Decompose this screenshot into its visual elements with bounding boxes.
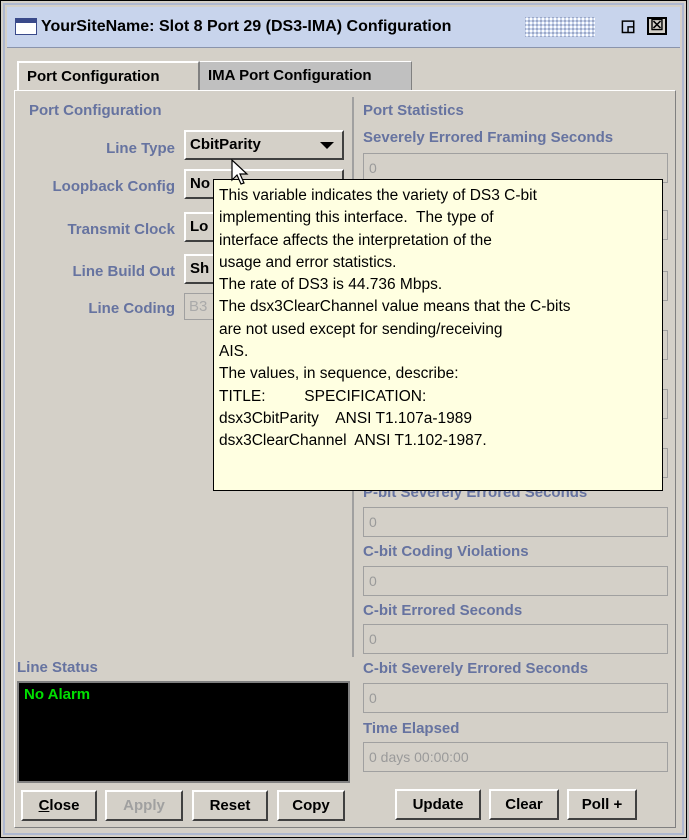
line-type-label: Line Type [106, 140, 175, 157]
stat-label: C-bit Coding Violations [363, 543, 529, 560]
line-build-out-label: Line Build Out [72, 263, 176, 280]
tooltip-line: usage and error statistics. [219, 253, 397, 271]
tooltip-line: The rate of DS3 is 44.736 Mbps. [219, 276, 443, 294]
poll-button[interactable]: Poll + [567, 789, 637, 820]
close-window-icon[interactable]: ☒ [647, 17, 667, 35]
close-button-mnemonic: C [38, 797, 50, 814]
apply-button[interactable]: Apply [105, 790, 183, 821]
reset-button[interactable]: Reset [192, 790, 268, 821]
title-bar-grip [525, 17, 595, 37]
stat-label: Severely Errored Framing Seconds [363, 129, 614, 146]
copy-button[interactable]: Copy [277, 790, 345, 821]
stat-value-field: 0 [363, 683, 668, 713]
loopback-config-value: No [190, 175, 210, 192]
restore-icon[interactable]: ◲ [617, 17, 639, 39]
tooltip-line: TITLE: SPECIFICATION: [219, 387, 427, 405]
tooltip-line: dsx3ClearChannel ANSI T1.102-1987. [219, 432, 487, 450]
line-coding-value: B3 [189, 298, 208, 315]
close-button[interactable]: Close [21, 790, 97, 821]
title-bar[interactable]: YourSiteName: Slot 8 Port 29 (DS3-IMA) C… [7, 7, 680, 48]
tooltip-line: The dsx3ClearChannel value means that th… [219, 298, 571, 316]
port-statistics-heading: Port Statistics [363, 102, 464, 119]
loopback-config-label: Loopback Config [52, 178, 176, 195]
tab-port-configuration[interactable]: Port Configuration [17, 61, 199, 90]
chevron-down-icon [320, 142, 334, 149]
update-button[interactable]: Update [395, 789, 481, 820]
alarm-status-text: No Alarm [24, 686, 91, 703]
close-button-label: lose [49, 797, 80, 814]
stat-value-field: 0 [363, 624, 668, 654]
line-status-heading: Line Status [17, 659, 98, 676]
config-window: YourSiteName: Slot 8 Port 29 (DS3-IMA) C… [0, 0, 687, 838]
line-type-value: CbitParity [190, 136, 261, 153]
tab-ima-port-configuration[interactable]: IMA Port Configuration [199, 61, 412, 90]
tooltip-line: dsx3CbitParity ANSI T1.107a-1989 [219, 409, 473, 427]
tooltip-line: This variable indicates the variety of D… [219, 187, 537, 204]
tooltip-line: interface affects the interpretation of … [219, 231, 492, 249]
line-type-tooltip: This variable indicates the variety of D… [213, 179, 663, 491]
transmit-clock-label: Transmit Clock [67, 221, 175, 238]
stat-label: Time Elapsed [363, 720, 460, 737]
stat-value-field: 0 days 00:00:00 [363, 742, 668, 772]
tooltip-line: implementing this interface. The type of [219, 209, 494, 227]
stat-value-field: 0 [363, 566, 668, 596]
clear-button[interactable]: Clear [489, 789, 559, 820]
stat-value-field: 0 [363, 507, 668, 537]
stat-label: C-bit Errored Seconds [363, 602, 523, 619]
line-type-select[interactable]: CbitParity [184, 130, 344, 160]
line-coding-label: Line Coding [88, 300, 175, 317]
tooltip-line: are not used except for sending/receivin… [219, 320, 503, 338]
port-configuration-heading: Port Configuration [29, 102, 162, 119]
tooltip-line: AIS. [219, 343, 249, 361]
line-status-display: No Alarm [17, 681, 350, 783]
mouse-pointer-icon [231, 159, 249, 185]
transmit-clock-value: Lo [190, 218, 209, 235]
window-title: YourSiteName: Slot 8 Port 29 (DS3-IMA) C… [41, 18, 452, 35]
stat-label: C-bit Severely Errored Seconds [363, 660, 589, 677]
window-app-icon[interactable] [15, 18, 37, 35]
tooltip-line: The values, in sequence, describe: [219, 365, 459, 383]
line-build-out-value: Sh [190, 260, 210, 277]
